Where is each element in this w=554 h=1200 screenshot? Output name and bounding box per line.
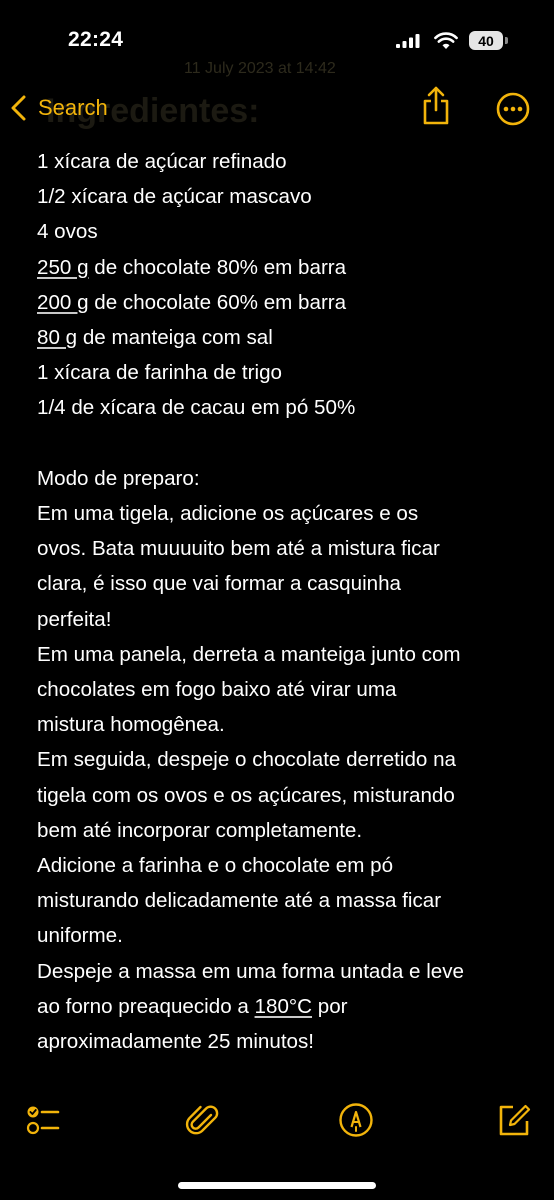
line-text: misturando delicadamente até a massa fic… [37,889,442,913]
line-text: de manteiga com sal [77,326,273,350]
method-line: mistura homogênea. [37,707,527,742]
line-text: de chocolate 80% em barra [88,255,347,279]
method-line: uniforme. [37,918,527,953]
ingredient-line: 4 ovos [37,214,527,249]
back-button[interactable]: Search [10,92,108,124]
chevron-left-icon [11,95,26,121]
ingredient-line: 200 g de chocolate 60% em barra [37,285,527,320]
detected-quantity-link: 200 g [37,290,89,314]
checklist-icon[interactable] [24,1102,60,1138]
more-icon[interactable] [496,92,530,126]
line-text: aproximadamente 25 minutos! [37,1030,315,1054]
method-line: tigela com os ovos e os açúcares, mistur… [37,778,527,813]
line-text: de chocolate 60% em barra [88,290,347,314]
detected-quantity-link: 180°C [254,994,313,1018]
line-text: Em seguida, despeje o chocolate derretid… [37,748,457,772]
attachment-icon[interactable] [184,1102,220,1138]
method-line: Em seguida, despeje o chocolate derretid… [37,742,527,777]
ingredient-list: 1 xícara de açúcar refinado 1/2 xícara de… [37,144,527,426]
home-indicator[interactable] [178,1182,376,1189]
back-label: Search [38,95,108,120]
line-text: Adicione a farinha e o chocolate em pó [37,854,394,878]
battery-icon: 40 [469,31,503,50]
wifi-icon [434,32,458,49]
line-text: clara, é isso que vai formar a casquinha [37,572,402,596]
method-line: clara, é isso que vai formar a casquinha [37,566,527,601]
ingredient-line: 1 xícara de farinha de trigo [37,355,527,390]
line-text: mistura homogênea. [37,713,225,737]
ingredient-line: 250 g de chocolate 80% em barra [37,250,527,285]
method-line: misturando delicadamente até a massa fic… [37,883,527,918]
method-line: Modo de preparo: [37,461,527,496]
line-text: 1 xícara de farinha de trigo [37,361,282,385]
method-line: ovos. Bata muuuuito bem até a mistura fi… [37,531,527,566]
compose-icon[interactable] [496,1102,532,1138]
method-line: Em uma panela, derreta a manteiga junto … [37,637,527,672]
detected-quantity-link: 80 g [37,326,78,350]
line-text: Modo de preparo: [37,466,200,490]
method-line: Em uma tigela, adicione os açúcares e os [37,496,527,531]
line-text: Em uma tigela, adicione os açúcares e os [37,502,419,526]
detected-quantity-link: 250 g [37,255,89,279]
line-text: bem até incorporar completamente. [37,818,363,842]
method-line: chocolates em fogo baixo até virar uma [37,672,527,707]
line-text: tigela com os ovos e os açúcares, mistur… [37,783,455,807]
line-text: ao forno preaquecido a [37,994,255,1018]
note-body[interactable]: 1 xícara de açúcar refinado 1/2 xícara de… [37,144,527,1059]
line-text: 1/2 xícara de açúcar mascavo [37,185,312,209]
line-text: Despeje a massa em uma forma untada e le… [37,959,464,983]
ingredient-line: 1/4 de xícara de cacau em pó 50% [37,390,527,425]
battery-tip [505,37,508,44]
method-line: Adicione a farinha e o chocolate em pó [37,848,527,883]
method-section: Modo de preparo: Em uma tigela, adicione … [37,461,527,1059]
line-text: uniforme. [37,924,123,948]
method-line: aproximadamente 25 minutos! [37,1024,527,1059]
share-icon[interactable] [420,86,452,126]
line-text: 4 ovos [37,220,98,244]
line-text: 1 xícara de açúcar refinado [37,150,287,173]
note-date: 11 July 2023 at 14:42 [184,60,336,77]
line-text: perfeita! [37,607,112,631]
line-text: chocolates em fogo baixo até virar uma [37,678,397,702]
status-time: 22:24 [68,28,124,51]
ingredient-line: 80 g de manteiga com sal [37,320,527,355]
line-text: por [312,994,348,1018]
line-text: ovos. Bata muuuuito bem até a mistura fi… [37,537,440,561]
method-line: bem até incorporar completamente. [37,813,527,848]
method-line: Despeje a massa em uma forma untada e le… [37,954,527,989]
markup-icon[interactable] [338,1102,374,1138]
line-text: Em uma panela, derreta a manteiga junto … [37,642,461,666]
line-text: 1/4 de xícara de cacau em pó 50% [37,396,356,420]
ingredient-line: 1 xícara de açúcar refinado [37,144,527,179]
method-line: ao forno preaquecido a 180°C por [37,989,527,1024]
method-line: perfeita! [37,602,527,637]
ingredient-line: 1/2 xícara de açúcar mascavo [37,179,527,214]
cellular-signal-icon [396,34,420,48]
